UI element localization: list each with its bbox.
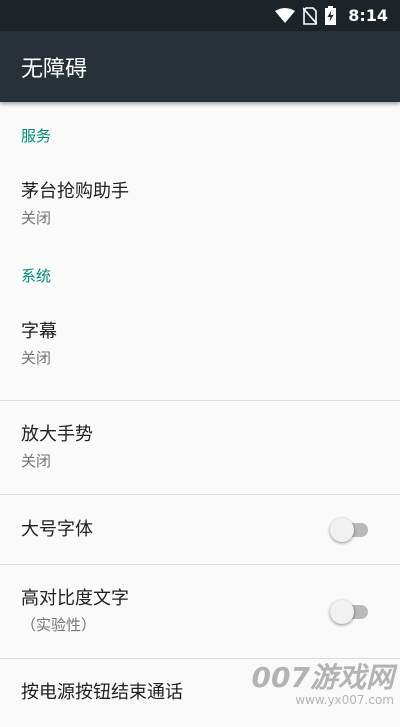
no-sim-icon bbox=[303, 7, 317, 25]
pref-summary: 关闭 bbox=[21, 450, 379, 472]
preference-list: 服务 茅台抢购助手 关闭 系统 字幕 关闭 放大手势 关闭 大号字体 高对比度文… bbox=[0, 102, 400, 727]
high-contrast-text-switch[interactable] bbox=[330, 600, 370, 624]
pref-title: 茅台抢购助手 bbox=[21, 180, 379, 204]
watermark-url: www.yx007.com bbox=[252, 693, 394, 707]
pref-item-magnification-gestures[interactable]: 放大手势 关闭 bbox=[0, 401, 400, 494]
pref-item-high-contrast-text[interactable]: 高对比度文字 （实验性） bbox=[0, 565, 400, 658]
pref-summary: 关闭 bbox=[21, 207, 379, 229]
wifi-icon bbox=[275, 8, 295, 24]
section-header-services: 服务 bbox=[0, 102, 400, 166]
switch-thumb bbox=[330, 518, 354, 542]
status-bar: 8:14 bbox=[0, 0, 400, 31]
pref-title: 放大手势 bbox=[21, 423, 379, 447]
watermark-logo-text: 007游戏网 bbox=[252, 663, 394, 693]
app-bar: 无障碍 bbox=[0, 31, 400, 102]
pref-summary: （实验性） bbox=[21, 614, 379, 636]
pref-title: 大号字体 bbox=[21, 518, 379, 542]
section-header-system: 系统 bbox=[0, 256, 400, 306]
status-time: 8:14 bbox=[348, 6, 388, 25]
pref-item-large-text[interactable]: 大号字体 bbox=[0, 495, 400, 564]
large-text-switch[interactable] bbox=[330, 518, 370, 542]
switch-thumb bbox=[330, 600, 354, 624]
pref-item-maotai-helper[interactable]: 茅台抢购助手 关闭 bbox=[0, 166, 400, 256]
watermark: 007游戏网 www.yx007.com bbox=[252, 663, 394, 707]
pref-item-captions[interactable]: 字幕 关闭 bbox=[0, 306, 400, 400]
pref-title: 字幕 bbox=[21, 320, 379, 344]
page-title: 无障碍 bbox=[21, 51, 87, 83]
pref-summary: 关闭 bbox=[21, 347, 379, 369]
pref-title: 高对比度文字 bbox=[21, 587, 379, 611]
battery-charging-icon bbox=[325, 6, 336, 25]
